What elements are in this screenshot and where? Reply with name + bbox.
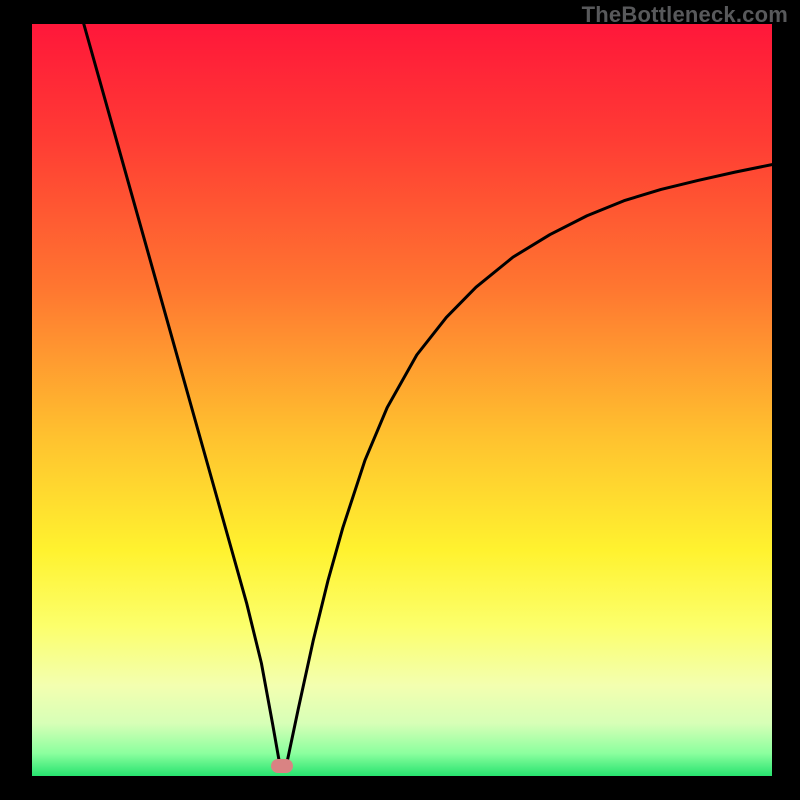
watermark-text: TheBottleneck.com <box>582 2 788 28</box>
min-marker <box>271 759 293 773</box>
gradient-plot <box>32 24 772 776</box>
chart-frame <box>32 24 772 776</box>
gradient-bg <box>32 24 772 776</box>
